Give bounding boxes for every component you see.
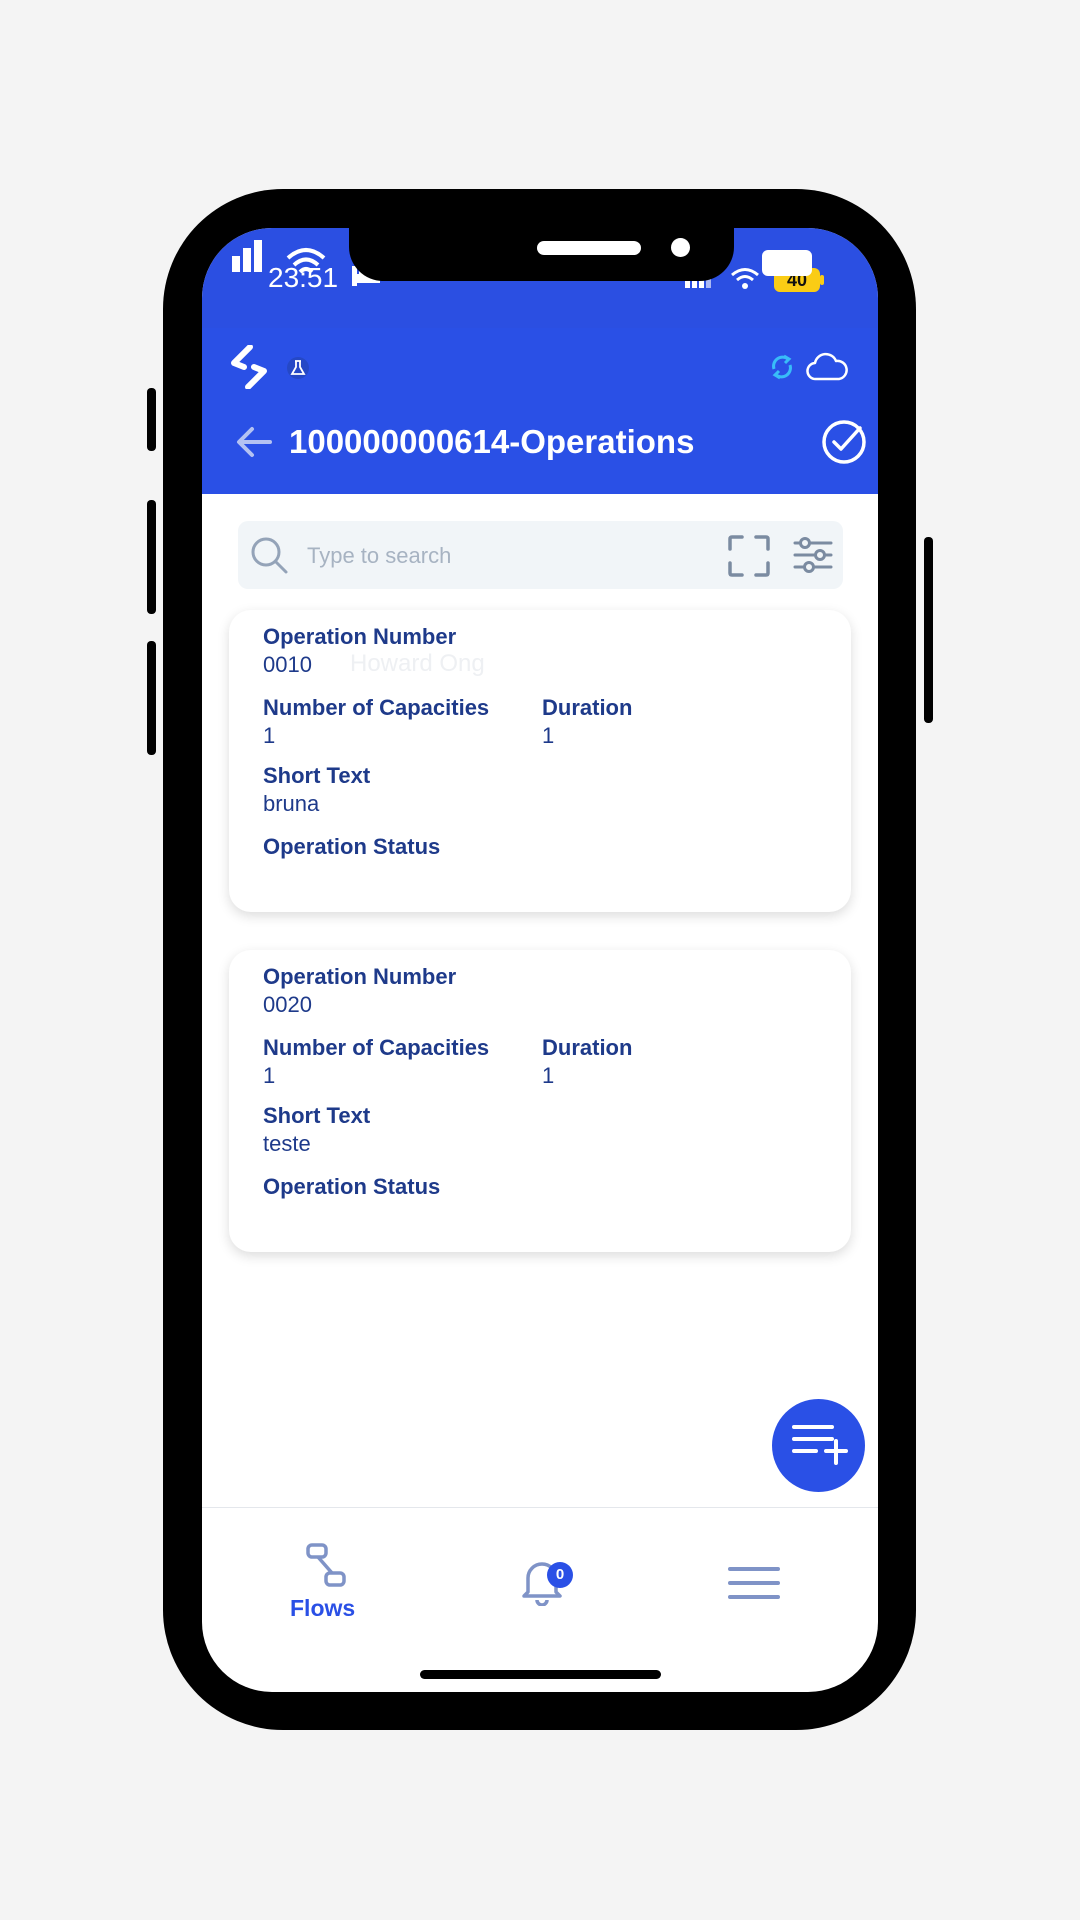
speaker xyxy=(537,241,641,255)
duration-value: 1 xyxy=(542,723,555,748)
filter-sliders-icon[interactable] xyxy=(793,537,833,573)
short-text-label: Short Text xyxy=(263,763,371,788)
operation-number-value: 0020 xyxy=(263,992,312,1017)
front-camera xyxy=(671,238,690,257)
capacities-value: 1 xyxy=(263,723,276,748)
search-bar[interactable]: Type to search xyxy=(238,521,843,589)
notification-count-badge: 0 xyxy=(547,1562,573,1588)
check-circle-icon[interactable] xyxy=(820,418,868,466)
operation-number-label: Operation Number xyxy=(263,964,457,989)
wifi-small-icon xyxy=(731,268,759,289)
duration-value: 1 xyxy=(542,1063,555,1088)
signal-icon xyxy=(232,240,262,272)
menu-icon[interactable] xyxy=(727,1565,781,1601)
battery-tip xyxy=(820,275,824,285)
operation-number-value: 0010 xyxy=(263,652,312,677)
sync-icon[interactable] xyxy=(768,353,796,381)
app-header: 100000000614-Operations xyxy=(202,328,878,494)
bottom-nav-divider xyxy=(202,1507,878,1508)
dynamic-indicator xyxy=(762,250,812,276)
duration-label: Duration xyxy=(542,1035,633,1060)
operation-status-label: Operation Status xyxy=(263,1174,441,1199)
scan-icon[interactable] xyxy=(728,535,770,577)
operation-number-label: Operation Number xyxy=(263,624,457,649)
cloud-icon[interactable] xyxy=(806,352,848,382)
watermark: Howard Ong xyxy=(350,650,485,677)
power-button xyxy=(924,537,933,723)
short-text-value: bruna xyxy=(263,791,320,816)
search-icon xyxy=(251,537,288,574)
operation-card[interactable]: Operation Number 0010 Howard Ong Number … xyxy=(229,610,851,912)
nav-item-flows[interactable]: Flows xyxy=(276,1543,376,1633)
playlist-add-icon xyxy=(792,1425,848,1465)
flask-icon xyxy=(287,357,309,379)
search-input[interactable]: Type to search xyxy=(307,543,451,569)
duration-label: Duration xyxy=(542,695,633,720)
page-title: 100000000614-Operations xyxy=(289,423,695,460)
mute-switch xyxy=(147,388,156,451)
capacities-label: Number of Capacities xyxy=(263,695,490,720)
operation-card[interactable]: Operation Number 0020 Number of Capaciti… xyxy=(229,950,851,1252)
operation-status-label: Operation Status xyxy=(263,834,441,859)
volume-down-button xyxy=(147,641,156,755)
phone-screen: 23:51 40 100000000614-Operations Type to… xyxy=(202,228,878,1692)
status-time: 23:51 xyxy=(268,262,339,293)
add-to-list-button[interactable] xyxy=(772,1399,865,1492)
back-arrow-icon[interactable] xyxy=(234,424,274,460)
app-logo-icon xyxy=(231,345,267,389)
flows-icon xyxy=(306,1543,346,1587)
capacities-value: 1 xyxy=(263,1063,276,1088)
home-indicator xyxy=(420,1670,661,1679)
volume-up-button xyxy=(147,500,156,614)
capacities-label: Number of Capacities xyxy=(263,1035,490,1060)
short-text-value: teste xyxy=(263,1131,311,1156)
nav-flows-label: Flows xyxy=(290,1595,356,1621)
short-text-label: Short Text xyxy=(263,1103,371,1128)
